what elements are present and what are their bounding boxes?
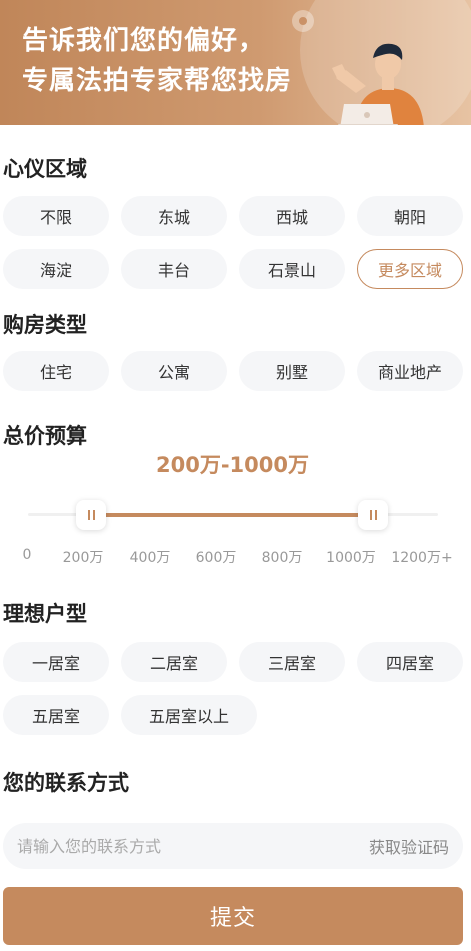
banner-headline: 告诉我们您的偏好， xyxy=(22,26,266,56)
house-type-apartment[interactable]: 公寓 xyxy=(121,351,227,391)
layout-option-5br[interactable]: 五居室 xyxy=(3,695,109,735)
contact-section-title: 您的联系方式 xyxy=(3,771,129,795)
budget-range-value: 200万-1000万 xyxy=(156,453,309,477)
area-option-haidian[interactable]: 海淀 xyxy=(3,249,109,289)
area-option-xicheng[interactable]: 西城 xyxy=(239,196,345,236)
area-option-fengtai[interactable]: 丰台 xyxy=(121,249,227,289)
area-section-title: 心仪区域 xyxy=(3,157,87,181)
header-banner: 告诉我们您的偏好， 专属法拍专家帮您找房 xyxy=(0,0,471,125)
area-option-shijingshan[interactable]: 石景山 xyxy=(239,249,345,289)
layout-option-3br[interactable]: 三居室 xyxy=(239,642,345,682)
agent-with-laptop-illustration xyxy=(332,43,424,125)
layout-option-4br[interactable]: 四居室 xyxy=(357,642,463,682)
budget-scale-tick: 400万 xyxy=(129,550,171,566)
budget-max-handle[interactable] xyxy=(358,500,388,530)
budget-scale-tick: 1200万+ xyxy=(391,550,453,566)
budget-min-handle[interactable] xyxy=(76,500,106,530)
budget-scale-tick: 600万 xyxy=(195,550,237,566)
house-type-residential[interactable]: 住宅 xyxy=(3,351,109,391)
area-option-dongcheng[interactable]: 东城 xyxy=(121,196,227,236)
budget-scale-tick: 200万 xyxy=(62,550,104,566)
layout-option-2br[interactable]: 二居室 xyxy=(121,642,227,682)
budget-slider-range xyxy=(91,513,373,517)
area-option-unlimited[interactable]: 不限 xyxy=(3,196,109,236)
contact-input[interactable] xyxy=(17,836,369,856)
get-verification-code-button[interactable]: 获取验证码 xyxy=(369,834,449,858)
budget-scale-tick: 1000万 xyxy=(326,550,376,566)
contact-field-container: 获取验证码 xyxy=(3,823,463,869)
layout-option-1br[interactable]: 一居室 xyxy=(3,642,109,682)
layout-section-title: 理想户型 xyxy=(3,602,87,626)
budget-scale-tick: 800万 xyxy=(261,550,303,566)
area-option-chaoyang[interactable]: 朝阳 xyxy=(357,196,463,236)
budget-section-title: 总价预算 xyxy=(3,424,87,448)
submit-button[interactable]: 提交 xyxy=(3,887,463,945)
house-type-villa[interactable]: 别墅 xyxy=(239,351,345,391)
layout-option-5br-plus[interactable]: 五居室以上 xyxy=(121,695,257,735)
banner-subheadline: 专属法拍专家帮您找房 xyxy=(22,66,293,96)
location-pin-icon xyxy=(292,10,314,32)
more-areas-button[interactable]: 更多区域 xyxy=(357,249,463,289)
house-type-section-title: 购房类型 xyxy=(3,313,87,337)
budget-scale-tick: 0 xyxy=(22,547,32,563)
house-type-commercial[interactable]: 商业地产 xyxy=(357,351,463,391)
